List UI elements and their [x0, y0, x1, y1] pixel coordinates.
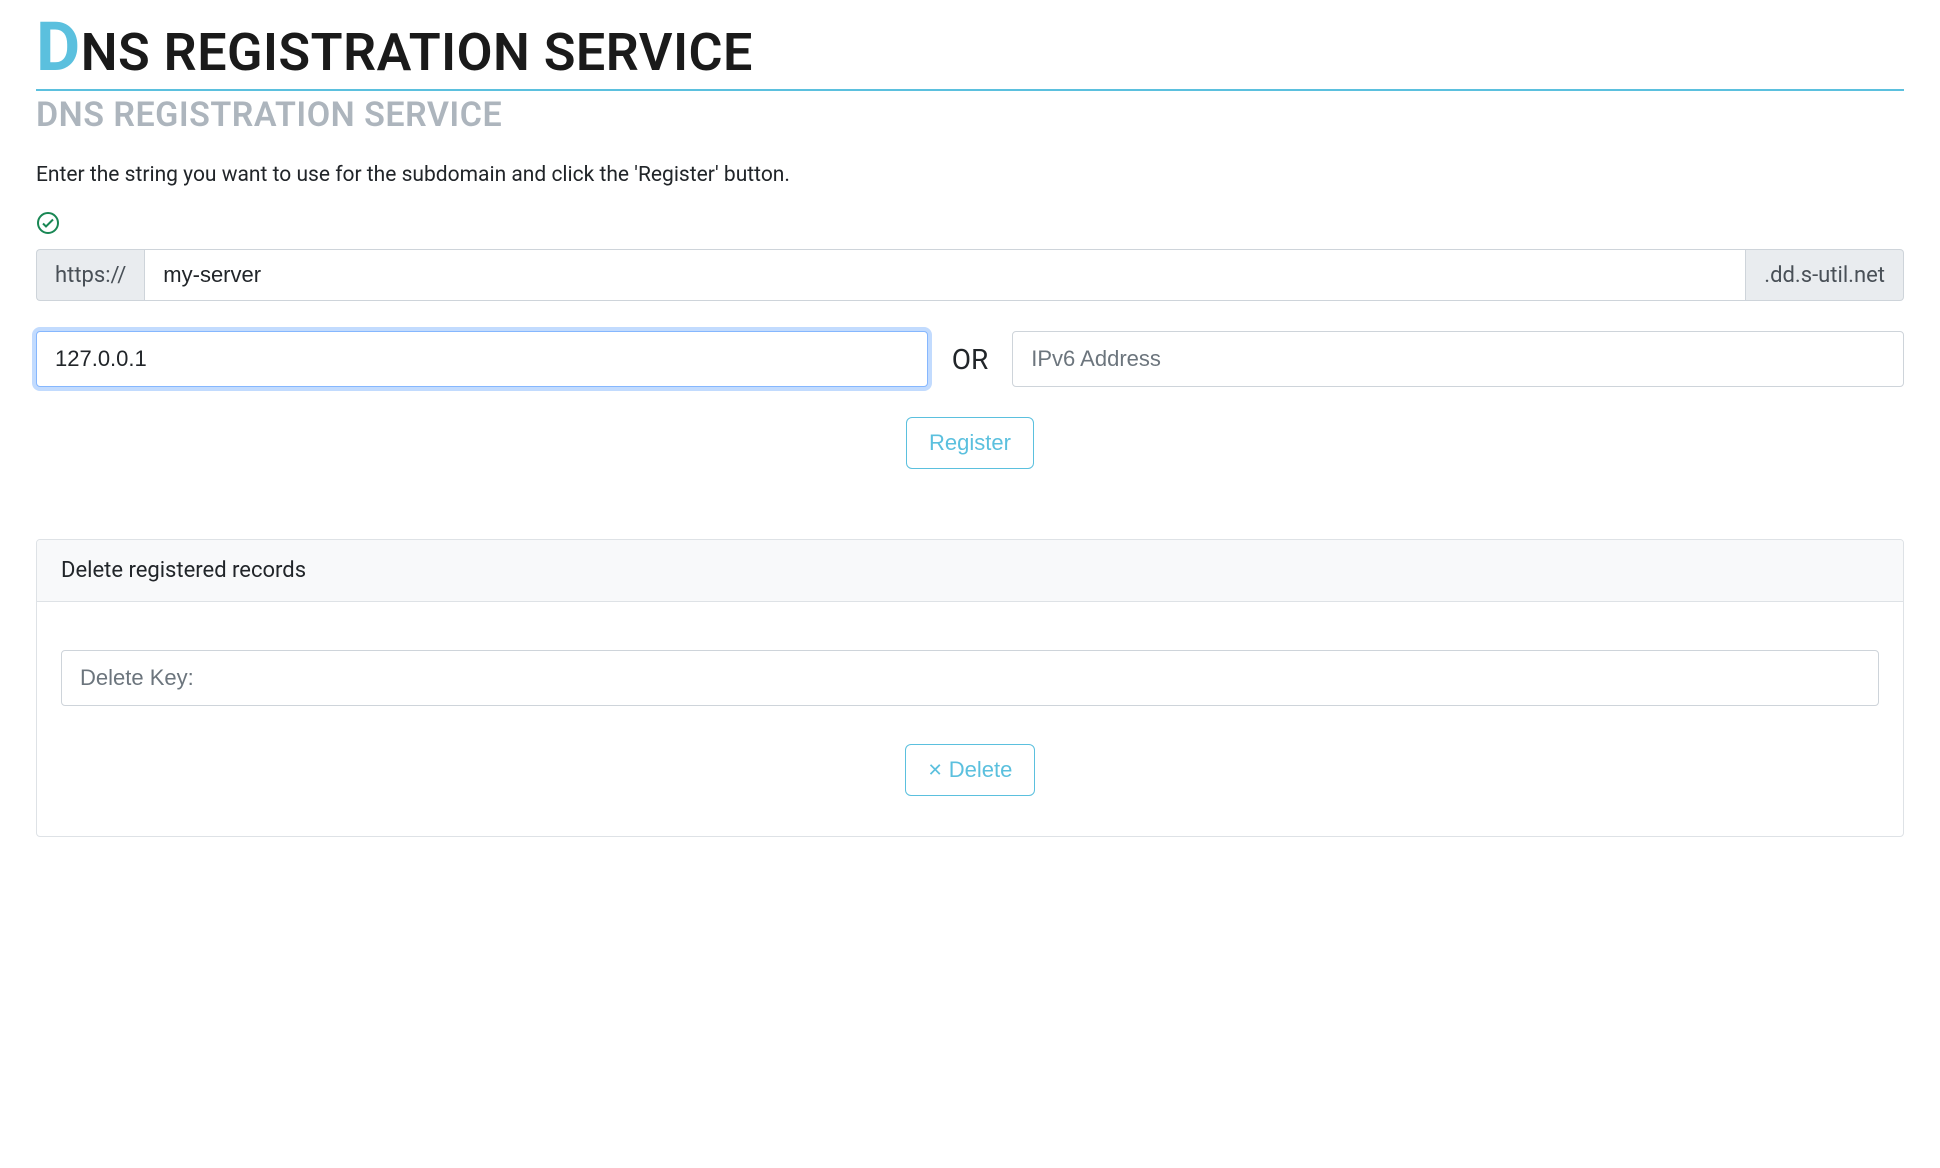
- delete-button-label: Delete: [949, 757, 1013, 783]
- delete-key-input[interactable]: [61, 650, 1879, 706]
- delete-button[interactable]: ✕ Delete: [905, 744, 1036, 796]
- title-rest: NS REGISTRATION SERVICE: [81, 22, 753, 83]
- register-button[interactable]: Register: [906, 417, 1034, 469]
- instructions-text: Enter the string you want to use for the…: [36, 163, 1904, 187]
- ipv4-input[interactable]: [36, 331, 928, 387]
- delete-btn-row: ✕ Delete: [61, 744, 1879, 796]
- register-button-label: Register: [929, 430, 1011, 456]
- delete-card-body: ✕ Delete: [37, 602, 1903, 836]
- title-divider: [36, 89, 1904, 91]
- ipv6-input[interactable]: [1012, 331, 1904, 387]
- close-icon: ✕: [928, 761, 943, 779]
- subdomain-group: https:// .dd.s-util.net: [36, 249, 1904, 301]
- domain-suffix: .dd.s-util.net: [1746, 249, 1904, 301]
- address-row: OR: [36, 331, 1904, 387]
- delete-card-header: Delete registered records: [37, 540, 1903, 602]
- check-circle-icon: [36, 211, 1904, 239]
- page-subtitle: DNS REGISTRATION SERVICE: [36, 95, 1904, 135]
- register-row: Register: [36, 417, 1904, 469]
- or-label: OR: [944, 343, 997, 376]
- page-title: DNS REGISTRATION SERVICE: [36, 20, 1904, 83]
- delete-card: Delete registered records ✕ Delete: [36, 539, 1904, 837]
- title-first-letter: D: [36, 20, 81, 74]
- protocol-prefix: https://: [36, 249, 144, 301]
- subdomain-input[interactable]: [144, 249, 1746, 301]
